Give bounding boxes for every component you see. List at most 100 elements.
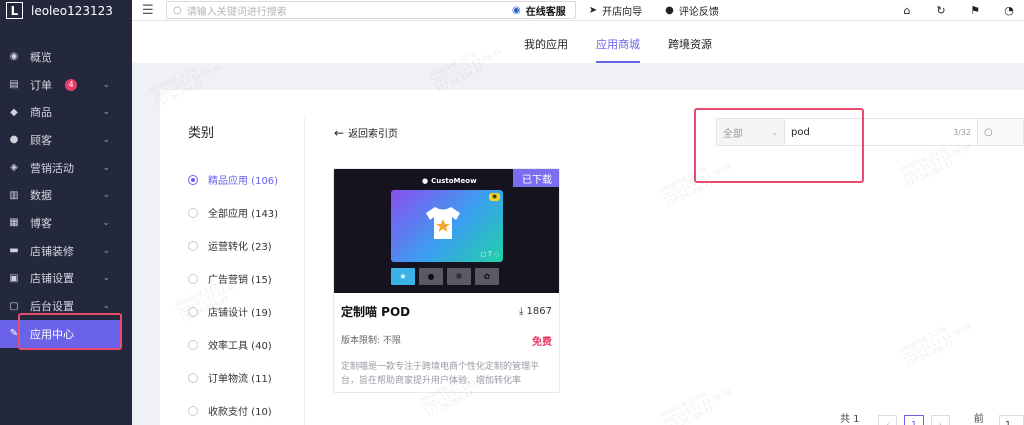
blog-icon: ▦ [9,217,19,229]
sidebar-item-blog[interactable]: ▦ 博客 ⌄ [0,209,132,237]
tag-icon: ◈ [10,162,18,174]
sidebar-item-data[interactable]: ▥ 数据 ⌄ [0,181,132,209]
divider [304,118,305,425]
sidebar-item-orders[interactable]: ▤ 订单 4 ⌄ [0,71,132,99]
online-support-button[interactable]: ◉ 在线客服 [512,3,566,18]
category-item-operations[interactable]: 运营转化 (23) [188,229,278,262]
tab-my-apps[interactable]: 我的应用 [524,21,568,63]
download-count-value: 1867 [526,306,552,317]
category-item-advertising[interactable]: 广告营销 (15) [188,262,278,295]
chevron-down-icon: ⌄ [102,245,110,256]
dashboard-icon: ◉ [9,51,19,63]
tabs-bar: 我的应用 应用商城 跨境资源 [132,21,1024,63]
goto-label: 前往 [973,414,984,425]
order-icon: ▤ [9,79,19,91]
thumbnail-strip: ★ ● ✻ ✿ [391,268,503,285]
category-label: 全部应用 (143) [208,209,279,220]
chevron-down-icon: ⌄ [102,79,110,90]
sidebar-item-store-design[interactable]: ▬ 店铺装修 ⌄ [0,237,132,265]
download-count: ⤓ 1867 [519,306,552,317]
radio-icon [188,405,198,416]
bell-icon[interactable]: ◔ [992,4,1024,17]
app-preview-image: ● CustoMeow 已下载 ◉ ▢ T ◌ ★ ● ✻ ✿ [334,169,559,293]
app-meta-row: 版本限制: 不限 免费 [341,333,552,348]
snowflake-icon: ✻ [447,268,471,285]
pagination: 共 1 条 ‹ 1 › 前往 1 [840,410,1024,425]
flower-icon: ✿ [475,268,499,285]
app-price: 免费 [532,337,552,348]
category-item-store-design[interactable]: 店铺设计 (19) [188,295,278,328]
brand[interactable]: L leoleo123123 [0,0,132,21]
radio-icon [188,174,198,185]
sidebar-item-label: 顾客 [30,133,52,147]
sidebar: L leoleo123123 ◉ 概览 ▤ 订单 4 ⌄ ◆ 商品 ⌄ ● 顾客… [0,0,132,425]
navigation-icon: ➤ [588,5,598,16]
goto-page-input[interactable]: 1 [998,415,1024,425]
radio-icon [188,240,198,251]
sidebar-item-label: 营销活动 [30,161,74,175]
setup-guide-button[interactable]: ➤ 开店向导 [589,3,642,18]
arrow-left-icon: ← [334,125,345,140]
app-card-body: 定制喵 POD ⤓ 1867 版本限制: 不限 免费 定制喵是一款专注于跨境电商… [334,293,559,388]
category-item-all[interactable]: 全部应用 (143) [188,196,278,229]
order-count-badge: 4 [65,78,77,91]
category-title: 类别 [188,126,215,141]
radio-icon [188,207,198,218]
category-item-efficiency[interactable]: 效率工具 (40) [188,328,278,361]
tab-app-store[interactable]: 应用商城 [596,21,640,63]
search-icon: ○ [984,126,993,138]
chevron-down-icon: ⌄ [102,301,110,312]
chevron-down-icon: ⌄ [102,107,110,118]
app-title: 定制喵 POD [341,305,411,319]
prev-page-button[interactable]: ‹ [878,415,898,425]
sidebar-item-marketing[interactable]: ◈ 营销活动 ⌄ [0,154,132,182]
sidebar-item-customers[interactable]: ● 顾客 ⌄ [0,126,132,154]
category-label: 店铺设计 (19) [208,308,272,319]
sidebar-item-app-center[interactable]: ✎ 应用中心 [0,319,122,348]
feedback-button[interactable]: ● 评论反馈 [665,3,719,18]
back-link[interactable]: ← 返回索引页 [334,125,398,141]
search-icon: ○ [173,4,182,16]
category-label: 精品应用 (106) [208,176,279,187]
category-label: 订单物流 (11) [208,374,272,385]
sidebar-item-admin-settings[interactable]: ▢ 后台设置 ⌄ [0,292,132,320]
refresh-icon[interactable]: ↻ [924,4,958,17]
chevron-down-icon: ⌄ [102,273,110,284]
highlight-box-keyword [694,108,864,183]
sidebar-item-overview[interactable]: ◉ 概览 [0,43,132,71]
page-button-current[interactable]: 1 [904,415,924,425]
top-actions: ◉ 在线客服 ➤ 开店向导 ● 评论反馈 [512,0,742,21]
chevron-down-icon: ⌄ [102,217,110,228]
sidebar-item-store-settings[interactable]: ▣ 店铺设置 ⌄ [0,265,132,293]
app-title-row: 定制喵 POD ⤓ 1867 [341,303,552,320]
keyword-char-count: 3/32 [953,127,971,137]
next-page-button[interactable]: › [930,415,950,425]
sidebar-item-products[interactable]: ◆ 商品 ⌄ [0,98,132,126]
app-card[interactable]: ● CustoMeow 已下载 ◉ ▢ T ◌ ★ ● ✻ ✿ 定制喵 POD … [333,168,560,393]
chevron-down-icon: ⌄ [102,134,110,145]
sidebar-item-label: 店铺设置 [30,272,74,286]
main-content: 类别 精品应用 (106) 全部应用 (143) 运营转化 (23) 广告营销 … [160,90,1024,425]
monitor-icon: ▢ [9,300,19,312]
feedback-label: 评论反馈 [678,7,719,18]
home-icon[interactable]: ⌂ [890,4,924,17]
online-support-label: 在线客服 [525,7,566,18]
brush-icon: ▬ [9,245,19,257]
category-item-logistics[interactable]: 订单物流 (11) [188,361,278,394]
gear-icon: ● [419,268,443,285]
pagination-total: 共 1 条 [840,414,860,425]
category-item-featured[interactable]: 精品应用 (106) [188,163,278,196]
app-description: 定制喵是一款专注于跨境电商个性化定制的管理平台，旨在帮助商家提升用户体验、增加转… [341,362,540,386]
sidebar-nav: ◉ 概览 ▤ 订单 4 ⌄ ◆ 商品 ⌄ ● 顾客 ⌄ ◈ 营销活动 ⌄ ▥ 数… [0,43,132,348]
search-placeholder: 请输入关键词进行搜索 [186,6,287,18]
store-name: leoleo123123 [31,3,113,18]
sidebar-item-label: 店铺装修 [30,244,74,258]
downloaded-badge: 已下载 [513,169,559,187]
sidebar-item-label: 订单 [30,78,52,92]
menu-icon[interactable]: ☰ [142,3,156,18]
sidebar-item-label: 博客 [30,216,52,230]
category-item-payment[interactable]: 收款支付 (10) [188,394,278,425]
search-button[interactable]: ○ [978,118,1024,146]
flag-icon[interactable]: ⚑ [958,4,992,17]
tab-cross-border-resources[interactable]: 跨境资源 [668,21,712,63]
